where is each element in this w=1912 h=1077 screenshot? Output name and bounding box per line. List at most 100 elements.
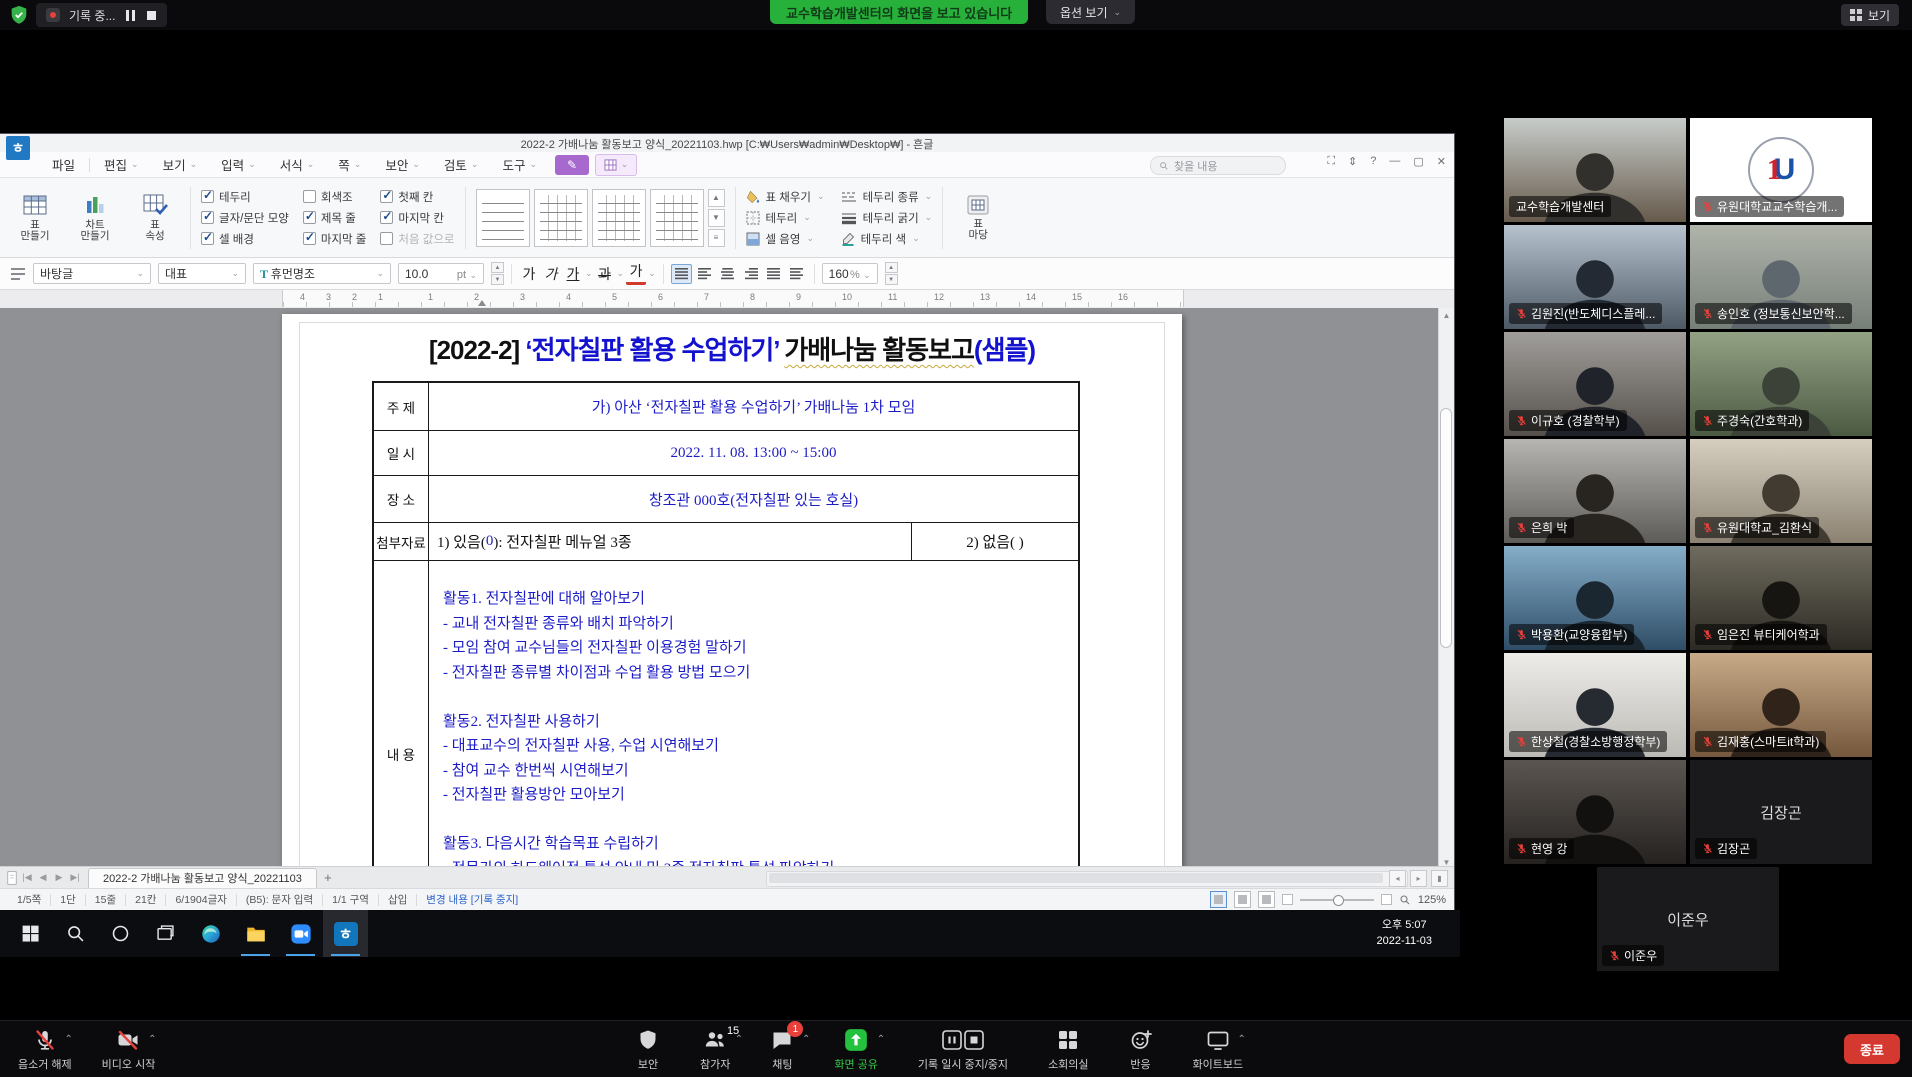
participant-tile[interactable]: 유원대학교_김환식: [1690, 439, 1872, 543]
participant-tile[interactable]: 송인호 (정보통신보안학...: [1690, 225, 1872, 329]
chevron-up-icon[interactable]: ⌃: [802, 1034, 810, 1045]
underline-button[interactable]: 가: [563, 264, 583, 284]
chevron-up-icon[interactable]: ⌃: [1237, 1034, 1245, 1045]
scrollbar-thumb[interactable]: [1440, 408, 1452, 648]
tool-테두리 색[interactable]: 테두리 색⌄: [841, 231, 933, 246]
participant-tile[interactable]: 박용환(교양융합부): [1504, 546, 1686, 650]
participant-tile[interactable]: 한상철(경찰소방행정학부): [1504, 653, 1686, 757]
font-size-spinner[interactable]: ▲▼: [491, 262, 504, 285]
document-vertical-scrollbar[interactable]: ▲ ▼: [1438, 308, 1454, 870]
align-divide-button[interactable]: [786, 264, 807, 284]
style-set-select[interactable]: 대표⌄: [158, 263, 246, 284]
help-icon[interactable]: ?: [1370, 155, 1376, 168]
paragraph-style-icon[interactable]: [10, 266, 26, 282]
task-view-button[interactable]: [143, 910, 188, 957]
ribbon-chart-button[interactable]: 차트 만들기: [70, 193, 120, 242]
minimize-icon[interactable]: ―: [1389, 155, 1400, 168]
control-소회의실[interactable]: 소회의실: [1048, 1026, 1088, 1072]
align-right-button[interactable]: [740, 264, 761, 284]
control-반응[interactable]: 반응: [1129, 1026, 1153, 1072]
first-tab-icon[interactable]: |◀: [20, 872, 34, 883]
control-화면 공유[interactable]: ⌃화면 공유: [834, 1026, 878, 1072]
paragraph-style-select[interactable]: 바탕글⌄: [33, 263, 151, 284]
menu-검토[interactable]: 검토⌄: [432, 152, 491, 177]
file-explorer-app-button[interactable]: [233, 910, 278, 957]
align-justify-button[interactable]: [671, 264, 692, 284]
stop-recording-button[interactable]: [145, 9, 157, 21]
tool-테두리 굵기[interactable]: 테두리 굵기⌄: [841, 210, 933, 225]
gallery-view-button[interactable]: 보기: [1841, 4, 1899, 26]
chevron-up-icon[interactable]: ⌃: [735, 1034, 743, 1045]
control-채팅[interactable]: 1⌃채팅: [770, 1026, 794, 1072]
align-left-button[interactable]: [694, 264, 715, 284]
taskbar-clock[interactable]: 오후 5:07 2022-11-03: [1377, 917, 1432, 949]
control-음소거 해제[interactable]: ⌃음소거 해제: [18, 1026, 72, 1072]
table-style-thumb[interactable]: [476, 189, 530, 247]
view-mode-width-icon[interactable]: [1234, 891, 1251, 908]
menu-보기[interactable]: 보기⌄: [151, 152, 210, 177]
participant-tile[interactable]: 김재홍(스마트it학과): [1690, 653, 1872, 757]
control-보안[interactable]: 보안: [636, 1026, 660, 1072]
control-기록 일시 중지/중지[interactable]: 기록 일시 중지/중지: [918, 1026, 1008, 1072]
resize-icon[interactable]: ⇕: [1348, 155, 1357, 168]
new-tab-button[interactable]: +: [319, 869, 337, 887]
view-options-button[interactable]: 옵션 보기 ⌄: [1046, 0, 1135, 24]
horizontal-scrollbar[interactable]: [766, 871, 1408, 887]
participant-tile[interactable]: 이규호 (경찰학부): [1504, 332, 1686, 436]
checkbox-처음 값으로[interactable]: 처음 값으로: [380, 231, 454, 247]
find-input[interactable]: 찾을 내용: [1150, 156, 1286, 175]
prev-tab-icon[interactable]: ◀: [36, 872, 50, 883]
checkbox-마지막 줄[interactable]: 마지막 줄: [303, 231, 367, 247]
strikethrough-button[interactable]: 과: [595, 264, 615, 284]
document-page[interactable]: [2022-2] ‘전자칠판 활용 수업하기’ 가배나눔 활동보고(샘플) 주 …: [282, 314, 1182, 870]
zoom-slider-knob[interactable]: [1333, 895, 1344, 906]
table-layout-tab[interactable]: ⌄: [595, 154, 637, 176]
menu-입력[interactable]: 입력⌄: [209, 152, 268, 177]
ribbon-table-button[interactable]: 표 만들기: [10, 193, 60, 242]
hscroll-right-icon[interactable]: ▸: [1410, 870, 1427, 887]
participant-tile[interactable]: 주경숙(간호학과): [1690, 332, 1872, 436]
participant-tile[interactable]: 임은진 뷰티케어학과: [1690, 546, 1872, 650]
control-화이트보드[interactable]: ⌃화이트보드: [1193, 1026, 1244, 1072]
ribbon-tprops-button[interactable]: 표 속성: [130, 193, 180, 242]
checkbox-글자/문단 모양[interactable]: 글자/문단 모양: [201, 210, 289, 226]
table-design-tab[interactable]: ✎: [555, 155, 589, 175]
menu-서식[interactable]: 서식⌄: [268, 152, 327, 177]
tool-표 채우기[interactable]: 표 채우기⌄: [746, 189, 825, 204]
italic-button[interactable]: 가: [541, 264, 561, 284]
control-참가자[interactable]: 15⌃참가자: [700, 1026, 730, 1072]
checkbox-셀 배경[interactable]: 셀 배경: [201, 231, 289, 247]
menu-도구[interactable]: 도구⌄: [490, 152, 549, 177]
cortana-button[interactable]: [98, 910, 143, 957]
zoom-slider[interactable]: [1300, 899, 1374, 901]
control-비디오 시작[interactable]: ⌃비디오 시작: [102, 1026, 156, 1072]
start-button[interactable]: [8, 910, 53, 957]
table-style-thumb[interactable]: [592, 189, 646, 247]
end-meeting-button[interactable]: 종료: [1844, 1034, 1900, 1064]
gallery-up-icon[interactable]: ▲: [708, 189, 725, 207]
font-color-button[interactable]: 가: [626, 262, 646, 285]
zoom-spinner[interactable]: ▲▼: [885, 262, 898, 285]
participant-tile[interactable]: 김원진(반도체디스플레...: [1504, 225, 1686, 329]
checkbox-제목 줄[interactable]: 제목 줄: [303, 210, 367, 226]
taskbar-search-button[interactable]: [53, 910, 98, 957]
checkbox-회색조[interactable]: 회색조: [303, 189, 367, 205]
font-select[interactable]: T 휴먼명조⌄: [253, 263, 391, 284]
indent-marker[interactable]: [478, 300, 486, 306]
participant-tile[interactable]: 1U유원대학교교수학습개...: [1690, 118, 1872, 222]
chevron-up-icon[interactable]: ⌃: [877, 1034, 885, 1045]
fullscreen-icon[interactable]: ⛶: [1327, 155, 1335, 168]
checkbox-마지막 칸[interactable]: 마지막 칸: [380, 210, 454, 226]
tool-테두리 종류[interactable]: 테두리 종류⌄: [841, 189, 933, 204]
gallery-down-icon[interactable]: ▼: [708, 209, 725, 227]
chevron-up-icon[interactable]: ⌃: [64, 1034, 72, 1045]
tool-셀 음영[interactable]: 셀 음영⌄: [746, 231, 825, 246]
menu-편집[interactable]: 편집⌄: [92, 152, 151, 177]
pause-recording-button[interactable]: [124, 9, 136, 21]
last-tab-icon[interactable]: ▶|: [68, 872, 82, 883]
view-mode-page-icon[interactable]: [1210, 891, 1227, 908]
zoom-level-select[interactable]: 160 % ⌄: [822, 263, 878, 284]
table-style-thumb[interactable]: [650, 189, 704, 247]
gallery-more-icon[interactable]: ≡: [708, 229, 725, 247]
font-size-select[interactable]: 10.0 pt ⌄: [398, 263, 484, 284]
